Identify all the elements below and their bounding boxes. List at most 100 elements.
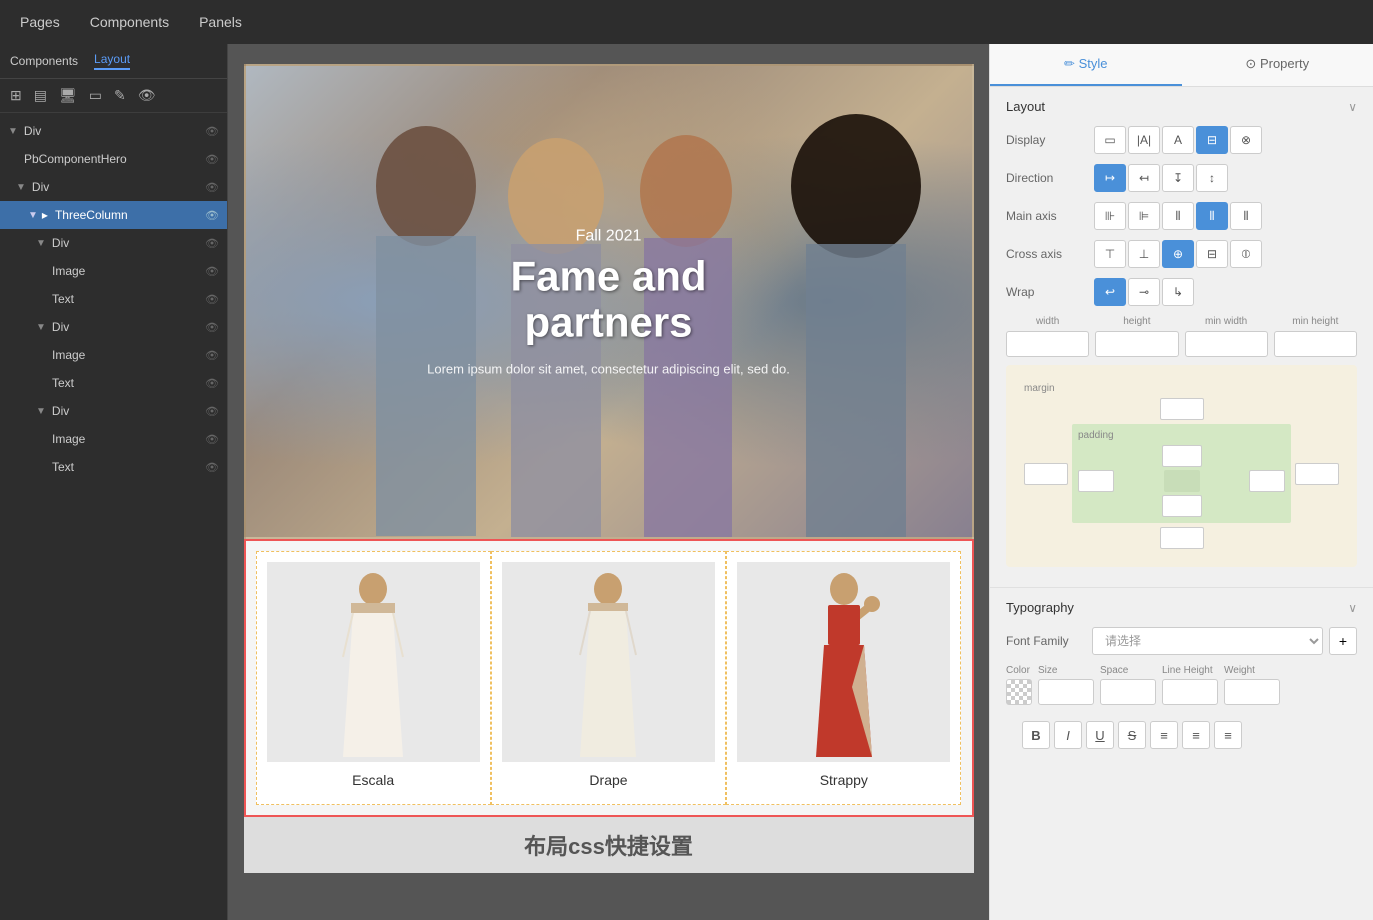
visibility-icon[interactable]: 👁 [205,293,219,306]
tree-item-div4[interactable]: ▼ Div 👁 [0,313,227,341]
main-axis-around-btn[interactable]: ⦀ [1230,202,1262,230]
visibility-icon[interactable]: 👁 [205,433,219,446]
main-axis-start-btn[interactable]: ⊪ [1094,202,1126,230]
desktop-icon[interactable]: 🖥 [59,87,77,104]
cross-axis-center-btn[interactable]: ⊕ [1162,240,1194,268]
color-swatch[interactable] [1006,679,1032,705]
canvas-scroll[interactable]: Fall 2021 Fame and partners Lorem ipsum … [228,44,989,920]
align-center-button[interactable]: ≡ [1182,721,1210,749]
layout-icon[interactable]: ▤ [34,87,47,104]
padding-top-row [1078,445,1285,467]
tree-item-pbcomponent[interactable]: PbComponentHero 👁 [0,145,227,173]
visibility-icon[interactable]: 👁 [205,349,219,362]
padding-top-input[interactable] [1162,445,1202,467]
tree-item-image2[interactable]: Image 👁 [0,341,227,369]
padding-left-input[interactable] [1078,470,1114,492]
wrap-reverse-btn[interactable]: ↳ [1162,278,1194,306]
tree-item-text3[interactable]: Text 👁 [0,453,227,481]
visibility-icon[interactable]: 👁 [205,461,219,474]
tree-label: Div [32,180,49,194]
tree-item-div5[interactable]: ▼ Div 👁 [0,397,227,425]
eye-icon[interactable]: 👁 [138,87,156,104]
layout-collapse-icon[interactable]: ∨ [1348,100,1357,114]
font-family-select[interactable]: 请选择 [1092,627,1323,655]
space-prop: Space [1100,665,1156,705]
tree-item-text1[interactable]: Text 👁 [0,285,227,313]
strikethrough-button[interactable]: S [1118,721,1146,749]
visibility-icon[interactable]: 👁 [205,125,219,138]
padding-bottom-input[interactable] [1162,495,1202,517]
tree-item-div3[interactable]: ▼ Div 👁 [0,229,227,257]
tree-item-div1[interactable]: ▼ Div 👁 [0,117,227,145]
direction-col-btn[interactable]: ↧ [1162,164,1194,192]
direction-row-rev-btn[interactable]: ↤ [1128,164,1160,192]
tree-item-image1[interactable]: Image 👁 [0,257,227,285]
wrap-btn[interactable]: ↩ [1094,278,1126,306]
visibility-icon[interactable]: 👁 [205,377,219,390]
tab-property[interactable]: ⊙ Property [1182,44,1373,86]
grid-icon[interactable]: ⊞ [10,87,22,104]
bold-button[interactable]: B [1022,721,1050,749]
align-right-button[interactable]: ≡ [1214,721,1242,749]
visibility-icon[interactable]: 👁 [205,181,219,194]
tree-item-text2[interactable]: Text 👁 [0,369,227,397]
visibility-icon[interactable]: 👁 [205,265,219,278]
tab-style[interactable]: ✏ Style [990,44,1182,86]
height-input[interactable] [1095,331,1178,357]
visibility-icon[interactable]: 👁 [205,209,219,222]
min-width-input[interactable] [1185,331,1268,357]
visibility-icon[interactable]: 👁 [205,405,219,418]
product-card-strappy[interactable]: Strappy [726,551,961,805]
width-col: width [1006,316,1089,357]
display-inline-block-btn[interactable]: A [1162,126,1194,154]
cross-axis-end-btn[interactable]: ⊥ [1128,240,1160,268]
nav-panels[interactable]: Panels [199,14,242,30]
min-height-input[interactable] [1274,331,1357,357]
product-card-escala[interactable]: Escala [256,551,491,805]
visibility-icon[interactable]: 👁 [205,321,219,334]
width-input[interactable] [1006,331,1089,357]
visibility-icon[interactable]: 👁 [205,153,219,166]
cross-axis-start-btn[interactable]: ⊤ [1094,240,1126,268]
display-hidden-btn[interactable]: ⊗ [1230,126,1262,154]
edit-icon[interactable]: ✎ [114,87,126,104]
margin-bottom-input[interactable] [1160,527,1204,549]
tree-item-div2[interactable]: ▼ Div 👁 [0,173,227,201]
size-input[interactable] [1038,679,1094,705]
underline-button[interactable]: U [1086,721,1114,749]
layout-tab[interactable]: Layout [94,52,130,70]
cross-axis-baseline-btn[interactable]: ⊟ [1196,240,1228,268]
typography-collapse-icon[interactable]: ∨ [1348,601,1357,615]
visibility-icon[interactable]: 👁 [205,237,219,250]
italic-button[interactable]: I [1054,721,1082,749]
tree-item-threecolumn[interactable]: ▼ ▸ ThreeColumn 👁 [0,201,227,229]
weight-input[interactable] [1224,679,1280,705]
nav-components[interactable]: Components [90,14,169,30]
font-add-button[interactable]: + [1329,627,1357,655]
align-left-button[interactable]: ≡ [1150,721,1178,749]
tablet-icon[interactable]: ▭ [89,87,102,104]
direction-col-rev-btn[interactable]: ↕ [1196,164,1228,192]
hero-section[interactable]: Fall 2021 Fame and partners Lorem ipsum … [244,64,974,539]
cross-axis-stretch-btn[interactable]: ⦶ [1230,240,1262,268]
product-figure-escala [323,567,423,757]
margin-left-input[interactable] [1024,463,1068,485]
display-flex-btn[interactable]: ⊟ [1196,126,1228,154]
line-height-input[interactable] [1162,679,1218,705]
width-label: width [1006,316,1089,327]
nav-pages[interactable]: Pages [20,14,60,30]
main-axis-center-btn[interactable]: ⫴ [1162,202,1194,230]
product-card-drape[interactable]: Drape [491,551,726,805]
margin-right-input[interactable] [1295,463,1339,485]
display-inline-btn[interactable]: |A| [1128,126,1160,154]
nowrap-btn[interactable]: ⊸ [1128,278,1160,306]
tree-item-image3[interactable]: Image 👁 [0,425,227,453]
display-block-btn[interactable]: ▭ [1094,126,1126,154]
products-section[interactable]: Escala [244,539,974,817]
margin-top-input[interactable] [1160,398,1204,420]
space-input[interactable] [1100,679,1156,705]
padding-right-input[interactable] [1249,470,1285,492]
main-axis-between-btn[interactable]: ⦀ [1196,202,1228,230]
main-axis-end-btn[interactable]: ⊫ [1128,202,1160,230]
direction-row-btn[interactable]: ↦ [1094,164,1126,192]
